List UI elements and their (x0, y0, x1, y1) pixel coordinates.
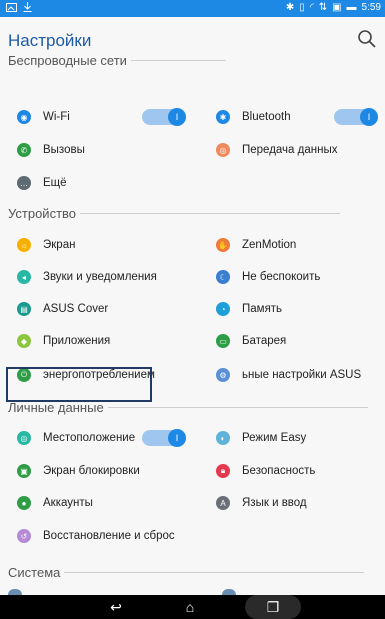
settings-item-label: Приложения (43, 335, 111, 347)
settings-item-more[interactable]: … Ещё (17, 171, 67, 195)
toggle-knob: I (168, 429, 186, 447)
section-wireless-label: Беспроводные сети (8, 53, 127, 68)
backup-icon: ↺ (17, 529, 31, 543)
back-icon[interactable]: ↩ (106, 599, 126, 615)
settings-item-asus-settings[interactable]: ⚙ ьные настройки ASUS (216, 363, 361, 387)
settings-item-label: Звуки и уведомления (43, 271, 157, 283)
wifi-status-icon: ◜ (309, 2, 314, 13)
settings-item-label: ZenMotion (242, 239, 297, 251)
settings-item-memory[interactable]: ◔ Память (216, 297, 282, 321)
gallery-icon (6, 2, 17, 15)
hand-gesture-icon: ✋ (216, 238, 230, 252)
settings-item-label: Язык и ввод (242, 497, 307, 509)
bluetooth-status-icon: ✱ (285, 2, 295, 13)
brightness-icon: ☼ (17, 238, 31, 252)
page-title: Настройки (8, 31, 92, 50)
asus-settings-icon: ⚙ (216, 368, 230, 382)
settings-item-label: Ещё (43, 177, 67, 189)
settings-item-label: Wi-Fi (43, 111, 70, 123)
section-device-label: Устройство (8, 206, 77, 221)
lock-screen-icon: ▣ (17, 464, 31, 478)
section-device: Устройство (8, 206, 341, 221)
settings-item-label: Безопасность (242, 465, 316, 477)
settings-item-easy-mode[interactable]: ◐ Режим Easy (216, 426, 306, 450)
account-icon: ● (17, 496, 31, 510)
moon-icon: ☾ (216, 270, 230, 284)
android-icon: ◆ (17, 334, 31, 348)
settings-item-sounds[interactable]: ◂ Звуки и уведомления (17, 265, 157, 289)
settings-item-label: Экран (43, 239, 76, 251)
settings-item-lock-screen[interactable]: ▣ Экран блокировки (17, 459, 140, 483)
settings-item-label: Батарея (242, 335, 287, 347)
settings-item-label: ьные настройки ASUS (242, 369, 362, 381)
clock: 5:59 (361, 2, 381, 13)
section-personal: Личные данные (8, 400, 368, 415)
lock-icon: 🔒︎ (216, 464, 230, 478)
toggle-knob: I (168, 108, 186, 126)
settings-item-location[interactable]: ◎ Местоположение (17, 426, 135, 450)
speaker-icon: ◂ (17, 270, 31, 284)
sim-icon: ▣ (332, 2, 342, 13)
bluetooth-toggle[interactable]: I (334, 108, 378, 126)
section-personal-label: Личные данные (8, 400, 104, 415)
settings-item-asus-cover[interactable]: ▤ ASUS Cover (17, 297, 108, 321)
selection-highlight (6, 367, 152, 402)
section-wireless: Беспроводные сети (8, 53, 226, 68)
settings-item-calls[interactable]: ✆ Вызовы (17, 138, 85, 162)
cover-icon: ▤ (17, 302, 31, 316)
data-transfer-icon: ⇅ (318, 2, 328, 13)
location-icon: ◎ (17, 431, 31, 445)
settings-item-battery[interactable]: ▭ Батарея (216, 329, 286, 353)
section-system: Система (8, 565, 365, 580)
settings-item-do-not-disturb[interactable]: ☾ Не беспокоить (216, 265, 320, 289)
settings-item-label: Bluetooth (242, 111, 291, 123)
settings-item-apps[interactable]: ◆ Приложения (17, 329, 110, 353)
settings-item-label: Не беспокоить (242, 271, 321, 283)
home-icon[interactable]: ⌂ (180, 599, 200, 615)
settings-item-accounts[interactable]: ● Аккаунты (17, 491, 93, 515)
settings-item-label: Вызовы (43, 144, 85, 156)
status-bar: ✱ ▯ ◜ ⇅ ▣ ▬ 5:59 (0, 0, 385, 17)
settings-item-label: Восстановление и сброс (43, 530, 175, 542)
settings-item-language[interactable]: A Язык и ввод (216, 491, 307, 515)
settings-item-backup-reset[interactable]: ↺ Восстановление и сброс (17, 524, 175, 548)
section-system-label: Система (8, 565, 61, 580)
battery-settings-icon: ▭ (216, 334, 230, 348)
more-icon: … (17, 176, 31, 190)
settings-item-label: Местоположение (43, 432, 136, 444)
navigation-bar: ↩ ⌂ ❐ (0, 595, 385, 619)
settings-item-data-usage[interactable]: ◎ Передача данных (216, 138, 337, 162)
vibrate-icon: ▯ (299, 2, 305, 13)
settings-item-security[interactable]: 🔒︎ Безопасность (216, 459, 315, 483)
wifi-toggle[interactable]: I (142, 108, 186, 126)
language-icon: A (216, 496, 230, 510)
settings-item-bluetooth[interactable]: ✱ Bluetooth (216, 105, 291, 129)
settings-item-label: Экран блокировки (43, 465, 140, 477)
settings-item-label: ASUS Cover (43, 303, 109, 315)
bluetooth-icon: ✱ (216, 110, 230, 124)
download-icon (23, 2, 32, 15)
wifi-icon: ◉ (17, 110, 31, 124)
settings-item-zenmotion[interactable]: ✋ ZenMotion (216, 233, 296, 257)
location-toggle[interactable]: I (142, 429, 186, 447)
battery-icon: ▬ (346, 2, 357, 13)
easy-mode-icon: ◐ (216, 431, 230, 445)
phone-icon: ✆ (17, 143, 31, 157)
settings-item-label: Аккаунты (43, 497, 93, 509)
settings-item-label: Передача данных (242, 144, 338, 156)
recent-apps-icon[interactable]: ❐ (263, 599, 283, 615)
settings-item-label: Память (242, 303, 283, 315)
settings-item-wifi[interactable]: ◉ Wi-Fi (17, 105, 70, 129)
search-icon[interactable] (357, 29, 377, 49)
settings-item-screen[interactable]: ☼ Экран (17, 233, 75, 257)
toggle-knob: I (360, 108, 378, 126)
settings-item-label: Режим Easy (242, 432, 307, 444)
storage-icon: ◔ (216, 302, 230, 316)
data-usage-icon: ◎ (216, 143, 230, 157)
